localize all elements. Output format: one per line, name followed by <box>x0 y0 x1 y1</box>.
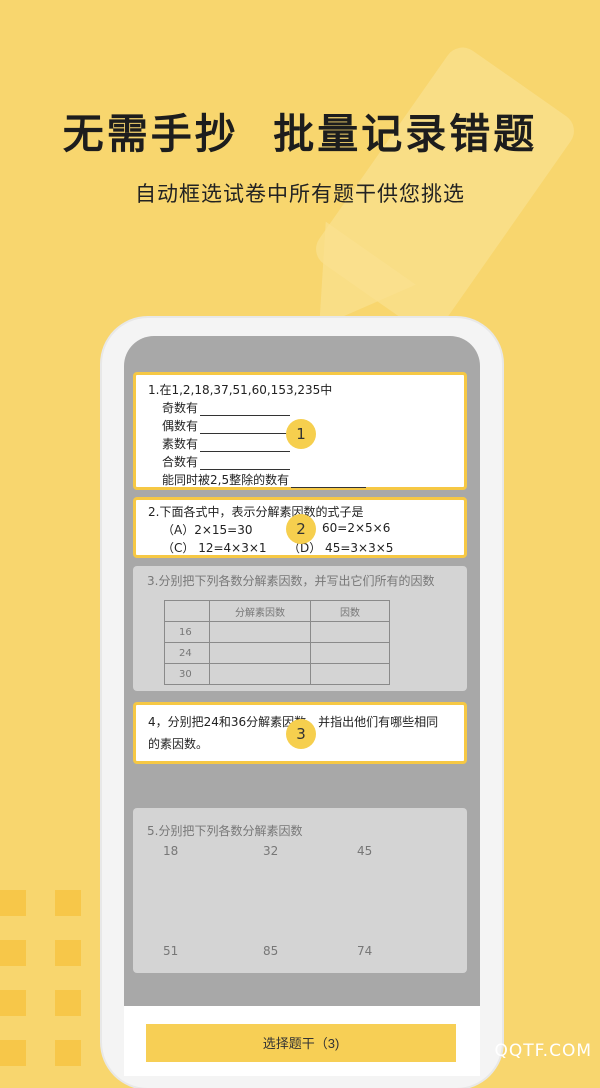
decor-square <box>55 1040 81 1066</box>
question-card-unselected[interactable]: 5.分别把下列各数分解素因数 18 32 45 51 85 74 <box>133 808 467 973</box>
number-item: 74 <box>357 944 373 958</box>
option-c: （C） 12=4×3×1 <box>162 541 267 555</box>
question-card-2[interactable]: 2.下面各式中，表示分解素因数的式子是 （A）2×15=30 60=2×5×6 … <box>133 497 467 558</box>
option-a: （A）2×15=30 <box>162 523 253 537</box>
decor-square <box>55 890 81 916</box>
factor-table: 分解素因数 因数 16 24 30 <box>164 600 390 685</box>
hero-title: 无需手抄 批量记录错题 <box>62 110 538 158</box>
selection-badge: 3 <box>286 719 316 749</box>
number-item: 85 <box>263 944 279 958</box>
bottom-action-bar: 选择题干（3) <box>124 1006 480 1076</box>
answer-blank <box>200 459 291 470</box>
decor-square <box>55 990 81 1016</box>
question-line: 合数有 <box>162 453 291 470</box>
question-title: 2.下面各式中，表示分解素因数的式子是 <box>148 505 364 519</box>
answer-blank <box>200 405 291 416</box>
number-item: 51 <box>163 944 179 958</box>
select-questions-button[interactable]: 选择题干（3) <box>146 1024 456 1062</box>
phone-frame: 1.在1,2,18,37,51,60,153,235中 奇数有 偶数有 素数有 … <box>102 318 502 1088</box>
answer-blank <box>200 423 291 434</box>
question-card-1[interactable]: 1.在1,2,18,37,51,60,153,235中 奇数有 偶数有 素数有 … <box>133 372 467 490</box>
phone-screen: 1.在1,2,18,37,51,60,153,235中 奇数有 偶数有 素数有 … <box>124 336 480 1076</box>
decor-square <box>0 940 26 966</box>
selection-badge: 1 <box>286 419 316 449</box>
question-card-3[interactable]: 4，分别把24和36分解素因数，并指出他们有哪些相同 的素因数。 3 <box>133 702 467 764</box>
question-line: 素数有 <box>162 435 291 452</box>
number-item: 18 <box>163 844 179 858</box>
question-title: 5.分别把下列各数分解素因数 <box>147 824 303 838</box>
decor-square <box>0 890 26 916</box>
answer-blank <box>291 477 367 488</box>
selection-badge: 2 <box>286 514 316 544</box>
option-b: 60=2×5×6 <box>322 521 391 535</box>
decor-square <box>55 940 81 966</box>
question-card-unselected[interactable]: 3.分别把下列各数分解素因数，并写出它们所有的因数 分解素因数 因数 16 24… <box>133 566 467 691</box>
watermark: QQTF.COM <box>494 1041 592 1061</box>
table-row: 16 <box>164 621 390 643</box>
table-row: 30 <box>164 663 390 685</box>
number-item: 45 <box>357 844 373 858</box>
question-title: 3.分别把下列各数分解素因数，并写出它们所有的因数 <box>147 574 435 588</box>
question-title: 1.在1,2,18,37,51,60,153,235中 <box>148 383 333 397</box>
answer-blank <box>200 441 291 452</box>
decor-square <box>0 990 26 1016</box>
hero-subtitle: 自动框选试卷中所有题干供您挑选 <box>135 182 465 206</box>
number-item: 32 <box>263 844 279 858</box>
question-line: 能同时被2,5整除的数有 <box>162 471 367 488</box>
table-row: 24 <box>164 642 390 664</box>
table-header: 分解素因数 <box>209 600 311 622</box>
question-line: 偶数有 <box>162 417 291 434</box>
question-line: 的素因数。 <box>148 737 209 751</box>
decor-square <box>0 1040 26 1066</box>
table-header <box>164 600 210 622</box>
table-header: 因数 <box>310 600 390 622</box>
question-line: 奇数有 <box>162 399 291 416</box>
